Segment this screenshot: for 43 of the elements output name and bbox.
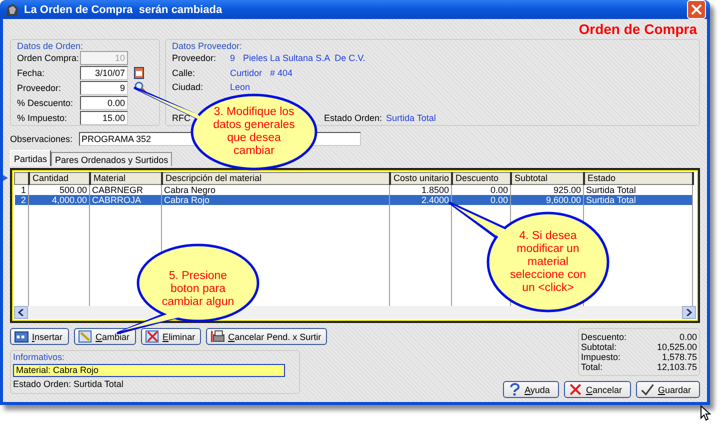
field-value: Pieles La Sultana S.A De C.V. [243, 53, 366, 64]
field-value: # 404 [270, 68, 293, 78]
field-label: RFC [172, 112, 190, 123]
group-label: Informativos: [13, 352, 65, 362]
total-label: Descuento: [581, 332, 627, 342]
row-number: 2 [14, 195, 28, 205]
field-label: Orden Compra: [17, 53, 80, 64]
callout-text: 3. Modifique los datos generales que desea cambiar [213, 106, 295, 158]
field-value: Leon [230, 82, 250, 92]
group-label: Datos Proveedor: [172, 41, 242, 51]
window-title: La Orden de Compra serán cambiada [24, 4, 224, 16]
total-value: 10,525.00 [656, 342, 697, 352]
total-value: 0.00 [678, 332, 697, 342]
field-label: Estado Orden: [324, 112, 382, 123]
total-value: 1,578.75 [660, 352, 697, 362]
info-field: Material: Cabra Rojo [13, 364, 285, 377]
status-text: Estado Orden: Surtida Total [13, 379, 124, 389]
field-label: Proveedor: [17, 82, 62, 93]
table-cell: 9,600.00 [510, 195, 584, 205]
field-label: Proveedor: [172, 53, 216, 64]
table-cell: 0.00 [452, 195, 510, 205]
field-label: Fecha: [17, 68, 45, 78]
total-value: 12,103.75 [656, 362, 697, 372]
table-cell: CABRROJA [90, 195, 162, 205]
table-cell: Surtida Total [584, 195, 692, 205]
table-cell: Cabra Rojo [162, 195, 390, 205]
field-label: % Impuesto: [17, 112, 68, 123]
total-label: Total: [581, 362, 603, 372]
field-label: % Descuento: [17, 98, 74, 108]
field-label: Calle: [172, 68, 196, 78]
callout-text: 4. Si desea modificar un material seleccione con un <click> [510, 230, 586, 294]
form-title: Orden de Compra [578, 21, 697, 37]
group-label: Datos de Orden: [17, 41, 84, 51]
table-cell: 2.4000 [390, 195, 452, 205]
field-value: Curtidor [230, 68, 262, 78]
field-value: Surtida Total [386, 112, 436, 123]
callout-text: 5. Presione boton para cambiar algun [162, 270, 234, 308]
field-label: Observaciones: [10, 134, 73, 144]
total-label: Impuesto: [581, 352, 621, 362]
field-value: 9 [230, 53, 236, 64]
table-cell: 4,000.00 [28, 195, 90, 205]
total-label: Subtotal: [581, 342, 617, 352]
field-label: Ciudad: [172, 82, 204, 92]
